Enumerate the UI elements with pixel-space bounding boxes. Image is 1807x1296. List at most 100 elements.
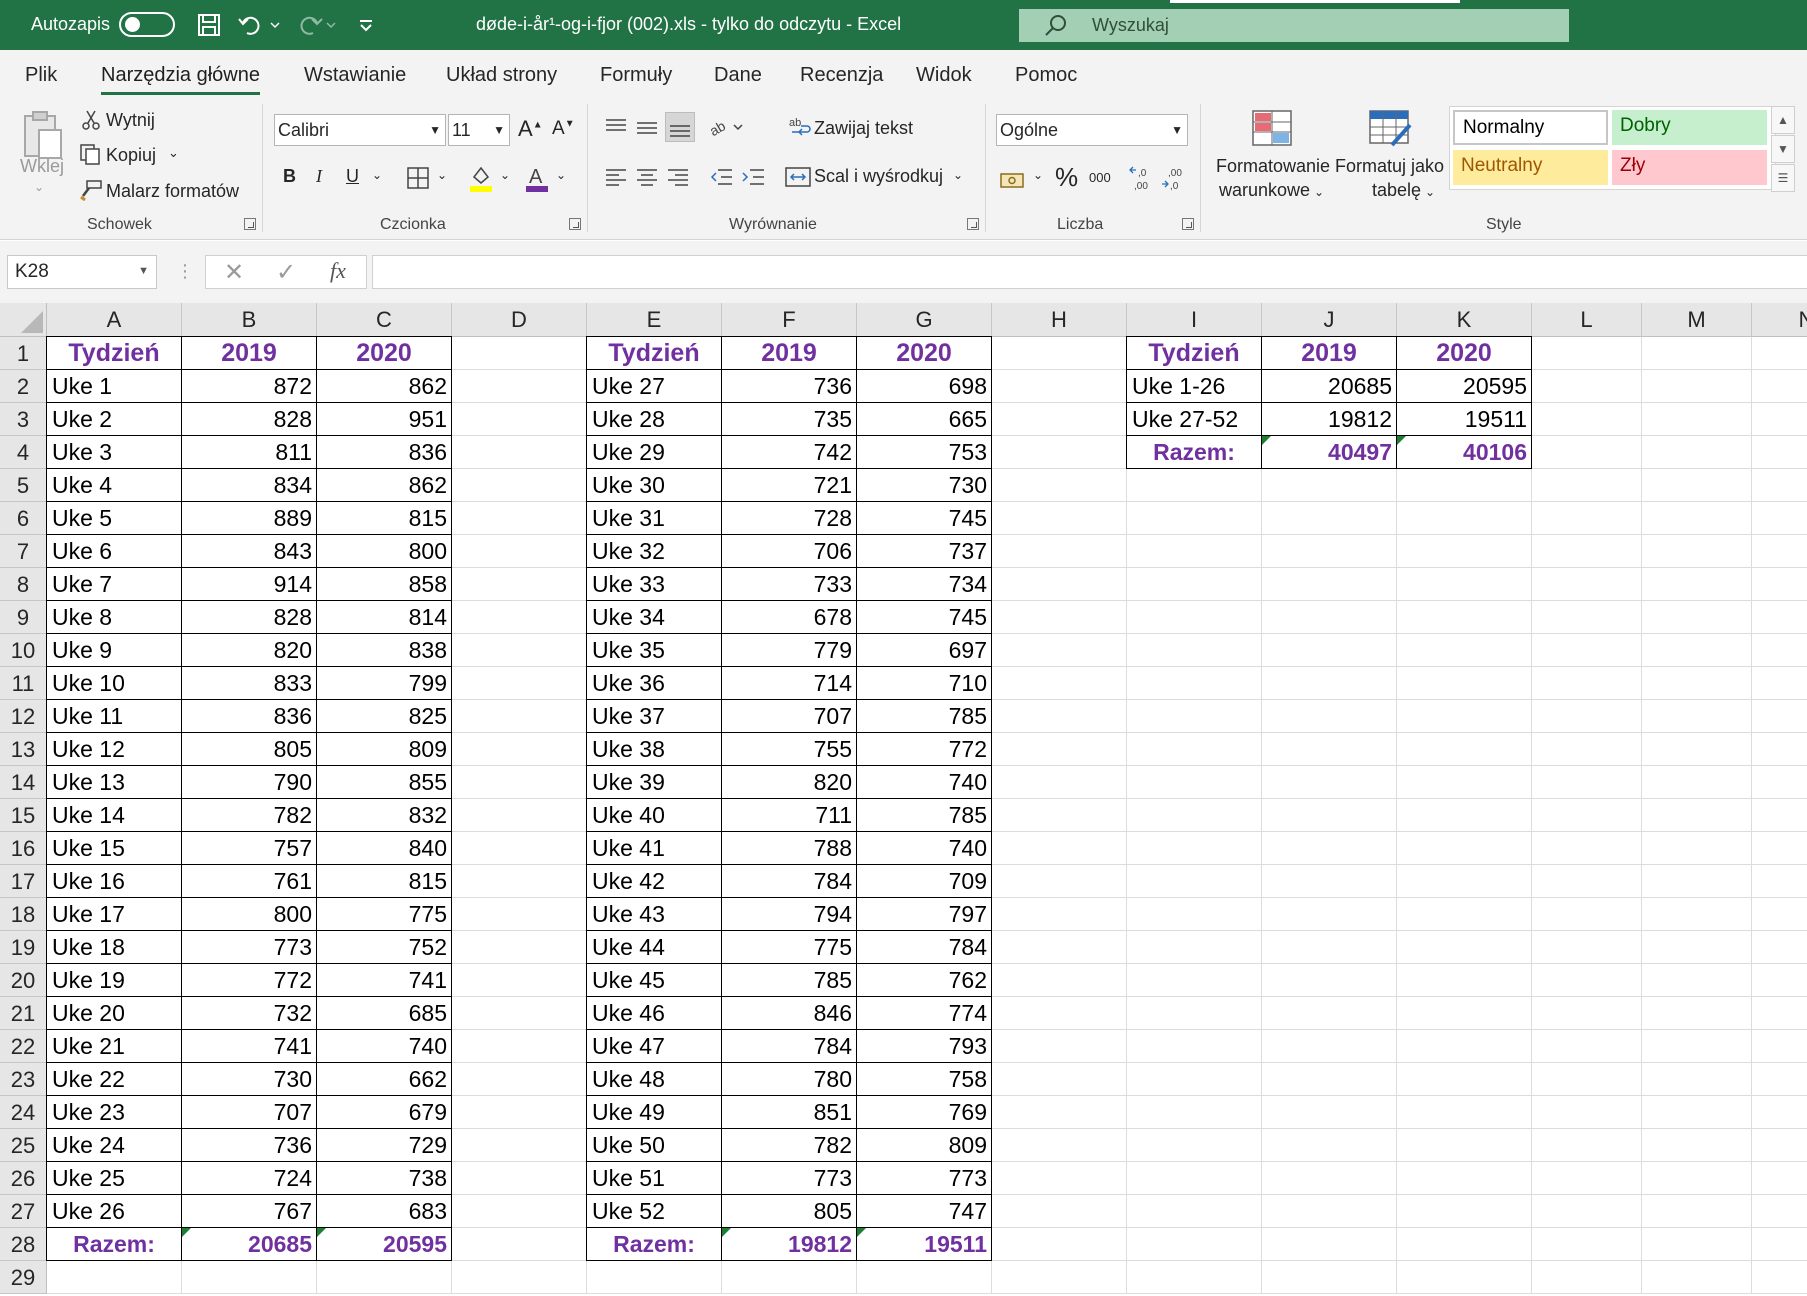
grid-cell[interactable]	[1642, 766, 1752, 799]
grid-cell[interactable]	[1532, 370, 1642, 403]
style-bad[interactable]: Zły	[1612, 150, 1767, 185]
week-cell[interactable]: Uke 44	[586, 930, 722, 964]
tab-page-layout[interactable]: Układ strony	[446, 64, 557, 87]
grid-cell[interactable]	[1642, 997, 1752, 1030]
grid-cell[interactable]	[1262, 601, 1397, 634]
column-header-l[interactable]: L	[1532, 303, 1642, 337]
tab-home[interactable]: Narzędzia główne	[101, 64, 260, 95]
grid-cell[interactable]	[1262, 733, 1397, 766]
week-cell[interactable]: Uke 51	[586, 1161, 722, 1195]
value-cell[interactable]: 734	[856, 567, 992, 601]
grid-cell[interactable]	[722, 1261, 857, 1294]
week-cell[interactable]: Uke 5	[46, 501, 182, 535]
grid-cell[interactable]	[1127, 1129, 1262, 1162]
grid-cell[interactable]	[452, 1195, 587, 1228]
grid-cell[interactable]	[452, 865, 587, 898]
grid-cell[interactable]	[452, 964, 587, 997]
grid-cell[interactable]	[452, 667, 587, 700]
underline-dropdown-icon[interactable]: ⌄	[372, 168, 382, 182]
column-header-f[interactable]: F	[722, 303, 857, 337]
grid-cell[interactable]	[452, 1030, 587, 1063]
grid-cell[interactable]	[1127, 733, 1262, 766]
value-cell[interactable]: 736	[721, 369, 857, 403]
grid-cell[interactable]	[1642, 469, 1752, 502]
grid-cell[interactable]	[992, 1063, 1127, 1096]
grid-cell[interactable]	[1397, 535, 1532, 568]
grid-cell[interactable]	[452, 700, 587, 733]
grid-cell[interactable]	[1262, 634, 1397, 667]
grid-cell[interactable]	[992, 931, 1127, 964]
value-cell[interactable]: 773	[721, 1161, 857, 1195]
value-cell[interactable]: 828	[181, 402, 317, 436]
name-box[interactable]: K28 ▼	[7, 255, 157, 289]
grid-cell[interactable]	[992, 1129, 1127, 1162]
value-cell[interactable]: 728	[721, 501, 857, 535]
grid-cell[interactable]	[1397, 733, 1532, 766]
value-cell[interactable]: 772	[856, 732, 992, 766]
value-cell[interactable]: 851	[721, 1095, 857, 1129]
grid-cell[interactable]	[1642, 1228, 1752, 1261]
customize-toolbar-icon[interactable]	[355, 10, 377, 40]
confirm-entry-icon[interactable]: ✓	[276, 258, 296, 287]
value-cell[interactable]: 20685	[1261, 369, 1397, 403]
grid-cell[interactable]	[1642, 832, 1752, 865]
grid-cell[interactable]	[1397, 799, 1532, 832]
row-header-20[interactable]: 20	[0, 964, 47, 997]
grid-cell[interactable]	[1127, 1195, 1262, 1228]
tab-review[interactable]: Recenzja	[800, 64, 883, 87]
total-label-cell[interactable]: Razem:	[1126, 435, 1262, 469]
grid-cell[interactable]	[1752, 568, 1807, 601]
header-cell[interactable]: Tydzień	[586, 336, 722, 370]
value-cell[interactable]: 20595	[1396, 369, 1532, 403]
week-cell[interactable]: Uke 37	[586, 699, 722, 733]
tab-formulas[interactable]: Formuły	[600, 64, 672, 87]
value-cell[interactable]: 797	[856, 897, 992, 931]
grid-cell[interactable]	[1262, 502, 1397, 535]
week-cell[interactable]: Uke 15	[46, 831, 182, 865]
value-cell[interactable]: 741	[316, 963, 452, 997]
grid-cell[interactable]	[1397, 964, 1532, 997]
align-right-icon[interactable]	[665, 164, 691, 190]
grid-cell[interactable]	[452, 436, 587, 469]
grid-cell[interactable]	[1397, 667, 1532, 700]
grid-cell[interactable]	[1642, 1096, 1752, 1129]
value-cell[interactable]: 773	[856, 1161, 992, 1195]
grid-cell[interactable]	[992, 469, 1127, 502]
align-top-icon[interactable]	[603, 114, 629, 140]
value-cell[interactable]: 711	[721, 798, 857, 832]
clipboard-launcher-icon[interactable]	[244, 218, 256, 230]
format-as-table-label[interactable]: Formatuj jako	[1335, 156, 1444, 177]
value-cell[interactable]: 862	[316, 369, 452, 403]
grid-cell[interactable]	[1262, 1096, 1397, 1129]
value-cell[interactable]: 758	[856, 1062, 992, 1096]
grid-cell[interactable]	[1127, 601, 1262, 634]
merge-center-icon[interactable]	[784, 164, 812, 190]
grid-cell[interactable]	[992, 370, 1127, 403]
grid-cell[interactable]	[1752, 1096, 1807, 1129]
grid-cell[interactable]	[992, 832, 1127, 865]
grid-cell[interactable]	[1532, 1195, 1642, 1228]
value-cell[interactable]: 767	[181, 1194, 317, 1228]
value-cell[interactable]: 784	[856, 930, 992, 964]
week-cell[interactable]: Uke 18	[46, 930, 182, 964]
value-cell[interactable]: 736	[181, 1128, 317, 1162]
week-cell[interactable]: Uke 40	[586, 798, 722, 832]
week-cell[interactable]: Uke 49	[586, 1095, 722, 1129]
grid-cell[interactable]	[452, 337, 587, 370]
value-cell[interactable]: 809	[856, 1128, 992, 1162]
value-cell[interactable]: 785	[856, 798, 992, 832]
value-cell[interactable]: 685	[316, 996, 452, 1030]
cut-label[interactable]: Wytnij	[106, 110, 155, 131]
header-cell[interactable]: 2020	[1396, 336, 1532, 370]
value-cell[interactable]: 790	[181, 765, 317, 799]
grid-cell[interactable]	[1532, 733, 1642, 766]
value-cell[interactable]: 753	[856, 435, 992, 469]
gallery-more-icon[interactable]: ☰	[1771, 164, 1795, 192]
value-cell[interactable]: 762	[856, 963, 992, 997]
grid-cell[interactable]	[317, 1261, 452, 1294]
grid-cell[interactable]	[1532, 535, 1642, 568]
grid-cell[interactable]	[992, 634, 1127, 667]
grid-cell[interactable]	[992, 1261, 1127, 1294]
week-cell[interactable]: Uke 36	[586, 666, 722, 700]
merge-dropdown-icon[interactable]: ⌄	[953, 168, 963, 182]
